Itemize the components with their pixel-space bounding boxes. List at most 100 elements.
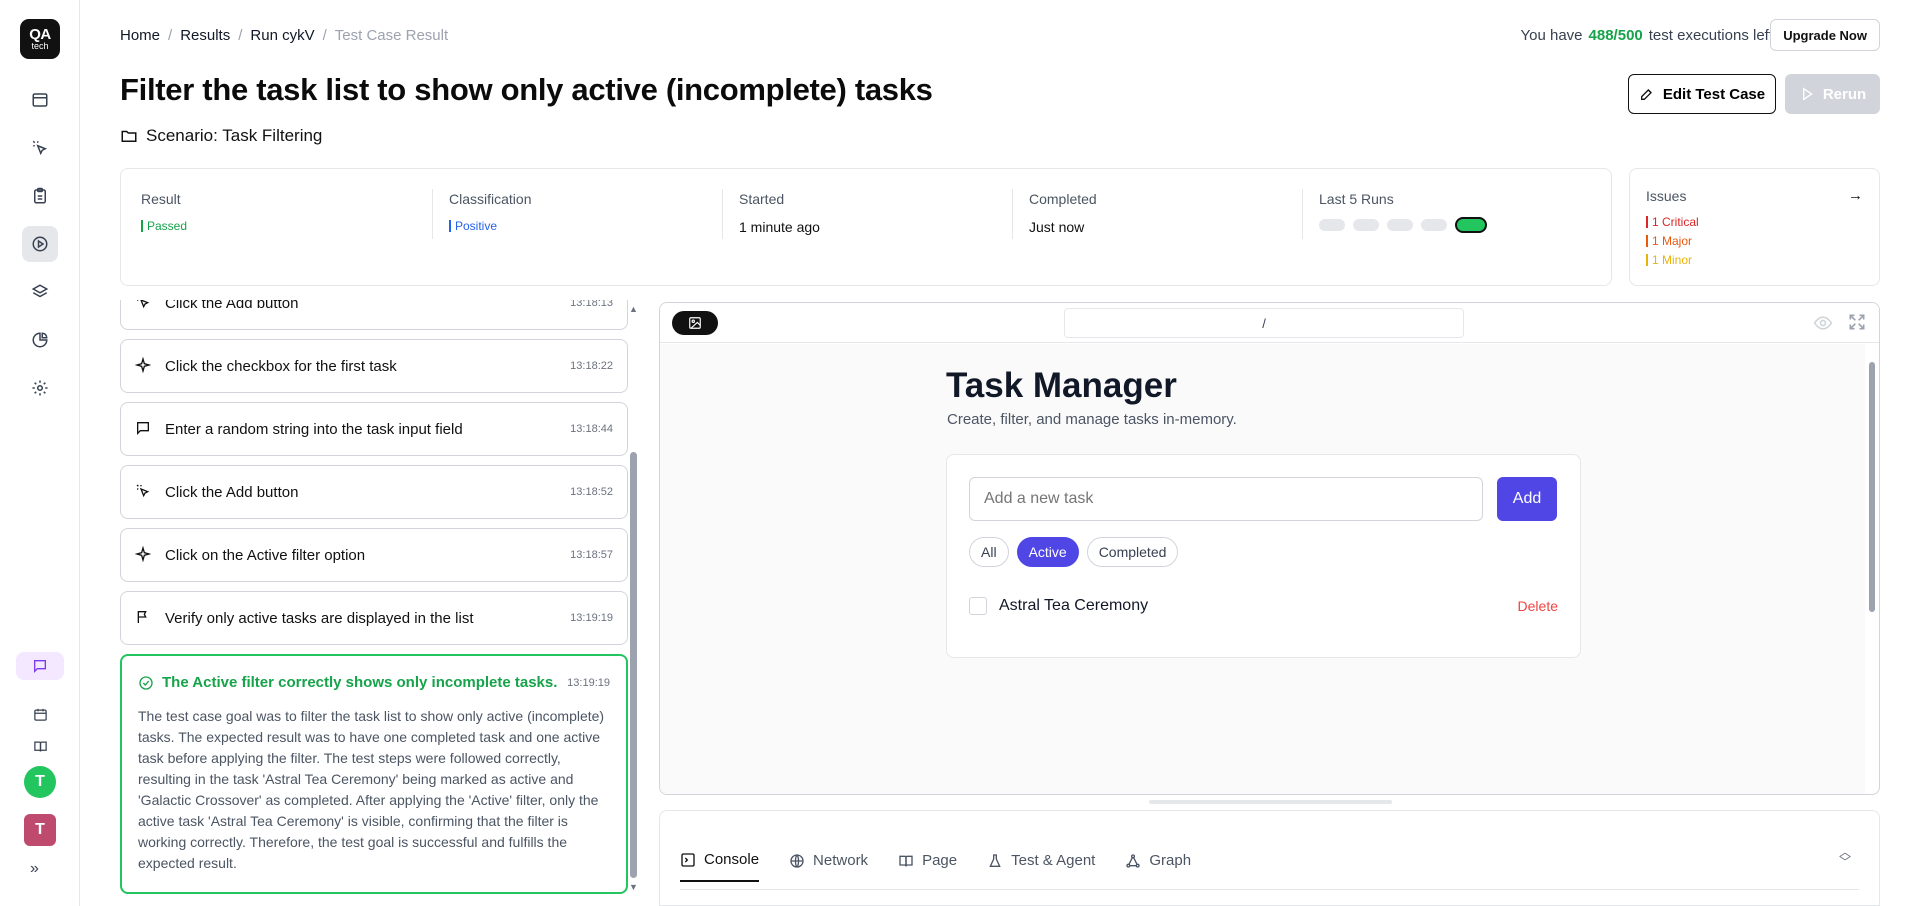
app-title: Task Manager: [946, 366, 1177, 405]
add-task-button[interactable]: Add: [1497, 477, 1557, 521]
qa-tech-logo[interactable]: QA tech: [20, 19, 60, 59]
step-item[interactable]: Enter a random string into the task inpu…: [120, 402, 628, 456]
book-icon[interactable]: [22, 728, 58, 764]
user-avatar[interactable]: T: [24, 766, 56, 798]
steps-scrollbar[interactable]: ▲ ▼: [627, 302, 639, 894]
step-text: Enter a random string into the task inpu…: [165, 420, 463, 438]
cursor-click-icon: [135, 300, 153, 312]
edit-test-case-button[interactable]: Edit Test Case: [1628, 74, 1776, 114]
filter-completed[interactable]: Completed: [1086, 537, 1179, 567]
task-checkbox[interactable]: [969, 597, 987, 615]
step-text: Click the checkbox for the first task: [165, 357, 397, 375]
executions-count: 488/500: [1588, 27, 1643, 44]
page-title: Filter the task list to show only active…: [120, 72, 933, 107]
step-item[interactable]: Click the Add button 13:18:13: [120, 300, 628, 330]
completed-column: Completed Just now: [1029, 191, 1097, 235]
folder-icon: [121, 130, 137, 142]
settings-gear-icon[interactable]: [22, 370, 58, 406]
executions-prefix: You have: [1520, 27, 1583, 44]
play-circle-icon[interactable]: [22, 226, 58, 262]
result-time: 13:19:19: [567, 676, 610, 689]
tab-graph[interactable]: Graph: [1125, 851, 1191, 882]
preview-toolbar: /: [660, 303, 1879, 343]
task-input[interactable]: [969, 477, 1483, 521]
last-runs-column: Last 5 Runs: [1319, 191, 1487, 233]
run-pill[interactable]: [1421, 219, 1447, 231]
play-icon: [1802, 87, 1813, 101]
started-column: Started 1 minute ago: [739, 191, 820, 235]
cursor-click-icon: [135, 483, 153, 501]
layers-icon[interactable]: [22, 274, 58, 310]
chat-icon[interactable]: [16, 652, 64, 680]
workspace-avatar[interactable]: T: [24, 814, 56, 846]
step-item[interactable]: Verify only active tasks are displayed i…: [120, 591, 628, 645]
scenario-label: Scenario: Task Filtering: [120, 126, 322, 146]
cursor-click-icon[interactable]: [22, 130, 58, 166]
scenario-text: Scenario: Task Filtering: [146, 126, 323, 145]
image-icon[interactable]: [672, 311, 718, 335]
task-card: Add All Active Completed Astral Tea Cere…: [946, 454, 1581, 658]
run-pill[interactable]: [1319, 219, 1345, 231]
breadcrumb-results[interactable]: Results: [180, 27, 230, 44]
step-text: Click on the Active filter option: [165, 546, 366, 564]
filter-active[interactable]: Active: [1016, 537, 1079, 567]
step-item[interactable]: Click the Add button 13:18:52: [120, 465, 628, 519]
steps-list: Click the Add button 13:18:13 Click the …: [120, 300, 628, 894]
result-headline: The Active filter correctly shows only i…: [162, 674, 558, 691]
tab-page[interactable]: Page: [898, 851, 957, 882]
breadcrumb-home[interactable]: Home: [120, 27, 160, 44]
step-item[interactable]: Click the checkbox for the first task 13…: [120, 339, 628, 393]
classification-label: Classification: [449, 191, 532, 207]
arrow-right-icon[interactable]: →: [1848, 187, 1863, 204]
tab-console[interactable]: Console: [680, 851, 760, 882]
logo-text: QA: [29, 26, 51, 43]
issues-list: 1 Critical 1 Major 1 Minor: [1646, 215, 1699, 267]
check-circle-icon: [139, 675, 153, 690]
filter-all[interactable]: All: [969, 537, 1009, 567]
tab-label: Graph: [1149, 852, 1192, 869]
result-header: The Active filter correctly shows only i…: [138, 674, 610, 691]
result-badge: Passed: [141, 219, 187, 233]
app-subtitle: Create, filter, and manage tasks in-memo…: [947, 411, 1237, 428]
run-pill[interactable]: [1353, 219, 1379, 231]
rerun-button[interactable]: Rerun: [1785, 74, 1880, 114]
pie-chart-icon[interactable]: [22, 322, 58, 358]
fullscreen-icon[interactable]: [1847, 312, 1867, 337]
run-pill-current[interactable]: [1455, 217, 1487, 233]
last-runs: [1319, 217, 1487, 233]
sparkle-icon: [135, 546, 153, 564]
run-pill[interactable]: [1387, 219, 1413, 231]
chevron-up-down-icon[interactable]: ︿ ﹀: [1839, 846, 1851, 868]
executions-suffix: test executions left: [1648, 27, 1773, 44]
devtools-tabs: Console Network Page Test & Agent Graph: [680, 851, 1191, 882]
expand-sidebar-icon[interactable]: »: [30, 860, 39, 878]
classification-value: Positive: [455, 219, 498, 233]
last-runs-label: Last 5 Runs: [1319, 191, 1394, 207]
issues-label: Issues: [1646, 188, 1687, 204]
breadcrumb-run[interactable]: Run cykV: [250, 27, 314, 44]
scroll-down-icon[interactable]: ▼: [629, 882, 638, 892]
step-time: 13:18:22: [570, 360, 613, 372]
result-summary-card: The Active filter correctly shows only i…: [120, 654, 628, 894]
tab-label: Console: [704, 851, 760, 868]
tab-network[interactable]: Network: [789, 851, 868, 882]
step-item[interactable]: Click on the Active filter option 13:18:…: [120, 528, 628, 582]
critical-issue: 1 Critical: [1646, 215, 1699, 229]
scrollbar-thumb[interactable]: [630, 452, 637, 878]
scroll-up-icon[interactable]: ▲: [629, 304, 638, 314]
tab-test-agent[interactable]: Test & Agent: [987, 851, 1095, 882]
browser-window-icon[interactable]: [22, 82, 58, 118]
issues-card[interactable]: Issues → 1 Critical 1 Major 1 Minor: [1629, 168, 1880, 286]
preview-scrollbar[interactable]: [1868, 348, 1876, 792]
resize-handle[interactable]: [1149, 800, 1392, 804]
delete-task-button[interactable]: Delete: [1518, 598, 1558, 614]
calendar-icon[interactable]: [22, 696, 58, 732]
task-name: Astral Tea Ceremony: [999, 597, 1149, 614]
eye-icon[interactable]: [1813, 313, 1833, 338]
browser-preview: / Task Manager Create, filter, and manag…: [659, 302, 1880, 795]
preview-url-bar[interactable]: /: [1064, 308, 1464, 338]
preview-scrollbar-thumb[interactable]: [1869, 362, 1875, 612]
clipboard-icon[interactable]: [22, 178, 58, 214]
upgrade-now-button[interactable]: Upgrade Now: [1770, 19, 1880, 51]
tab-label: Page: [922, 852, 958, 869]
